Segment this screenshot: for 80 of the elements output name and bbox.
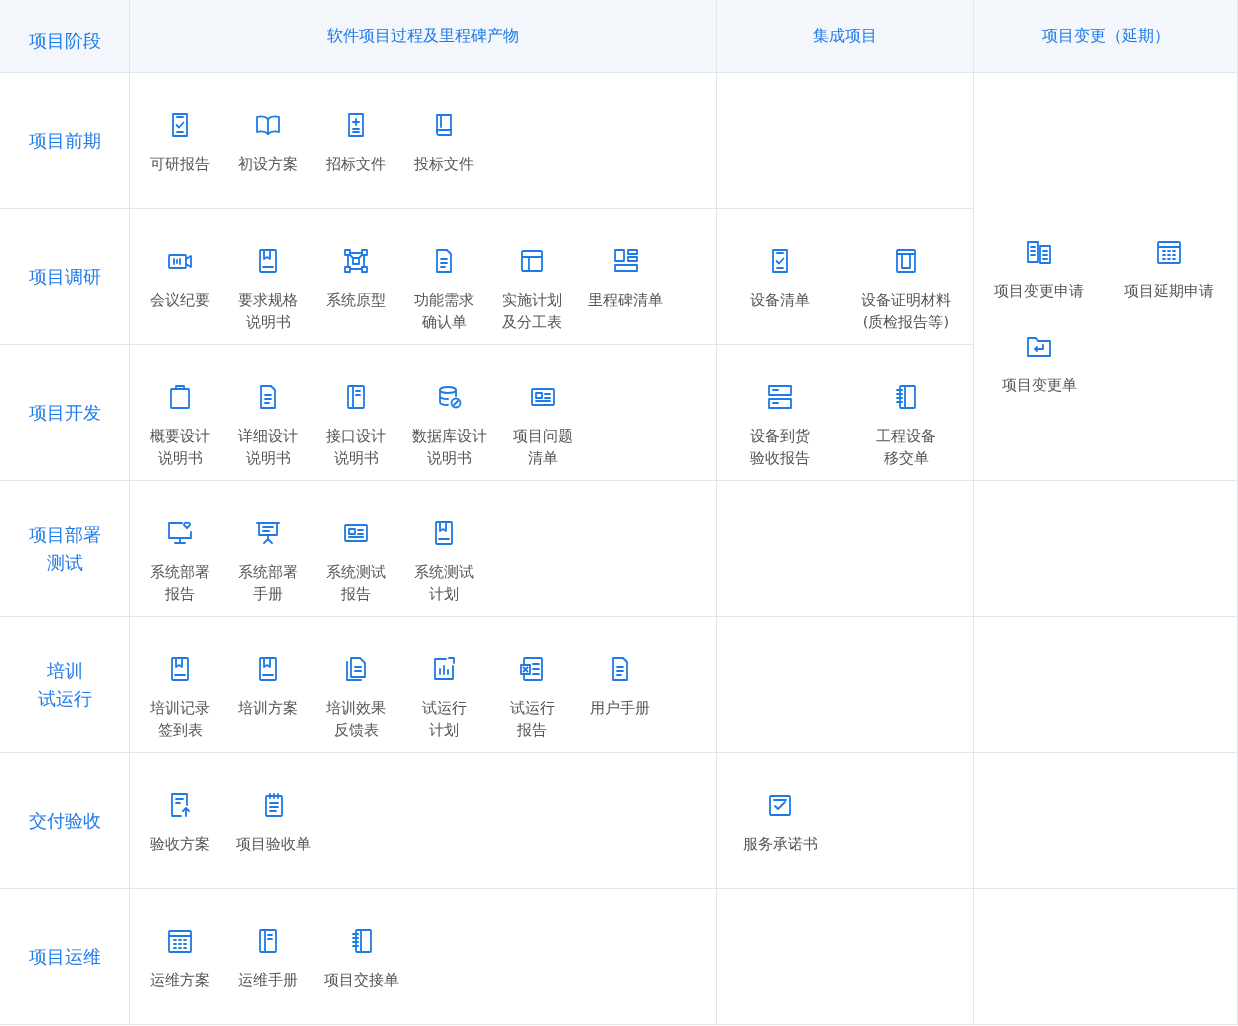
document-link[interactable]: 初设方案 — [238, 153, 298, 175]
document-link[interactable]: 项目变更申请 — [994, 280, 1084, 302]
compare-documents-icon — [1025, 238, 1053, 266]
calendar-grid-icon — [1155, 238, 1183, 266]
document-link[interactable]: 反馈表 — [333, 719, 379, 741]
document-link[interactable]: 招标文件 — [326, 153, 386, 175]
document-link[interactable]: 会议纪要 — [150, 289, 210, 311]
document-link[interactable]: 用户手册 — [590, 697, 650, 719]
presentation-board-icon — [254, 519, 282, 547]
column-header: 软件项目过程及里程碑产物 — [130, 0, 717, 73]
document-link[interactable]: 系统原型 — [326, 289, 386, 311]
stage-label: 测试 — [46, 550, 83, 575]
layout-blocks-icon — [611, 247, 640, 275]
document-link[interactable]: 计划 — [429, 719, 459, 741]
document-link[interactable]: 项目延期申请 — [1124, 280, 1214, 302]
stage-label: 试运行 — [37, 686, 92, 711]
document-link[interactable]: 试运行 — [509, 697, 555, 719]
column-header: 集成项目 — [717, 0, 974, 73]
document-link[interactable]: 运维方案 — [150, 969, 210, 991]
server-icon — [766, 383, 794, 411]
document-link[interactable]: 移交单 — [883, 447, 929, 469]
document-link[interactable]: 概要设计 — [150, 425, 210, 447]
stage-label: 项目调研 — [28, 264, 101, 289]
document-link[interactable]: 手册 — [253, 583, 283, 605]
document-link[interactable]: 设备清单 — [750, 289, 810, 311]
document-link[interactable]: 说明书 — [333, 447, 379, 469]
document-link[interactable]: 系统部署 — [150, 561, 210, 583]
document-link[interactable]: 培训方案 — [238, 697, 298, 719]
document-link[interactable]: 签到表 — [157, 719, 203, 741]
document-link[interactable]: 报告 — [165, 583, 195, 605]
document-link[interactable]: 工程设备 — [876, 425, 936, 447]
document-link[interactable]: 报告 — [517, 719, 547, 741]
document-link[interactable]: 系统测试 — [326, 561, 386, 583]
document-link[interactable]: 系统测试 — [414, 561, 474, 583]
document-link[interactable]: 说明书 — [245, 311, 291, 333]
document-link[interactable]: 报告 — [341, 583, 371, 605]
monitor-icon — [166, 519, 194, 547]
document-link[interactable]: 培训效果 — [326, 697, 386, 719]
stage-label: 项目前期 — [28, 128, 101, 153]
document-link[interactable]: 详细设计 — [238, 425, 298, 447]
document-link[interactable]: 要求规格 — [238, 289, 298, 311]
document-link[interactable]: 清单 — [528, 447, 558, 469]
document-link[interactable]: 计划 — [429, 583, 459, 605]
document-link[interactable]: 项目交接单 — [324, 969, 399, 991]
stage-label: 项目运维 — [28, 944, 101, 969]
spreadsheet-icon — [518, 655, 546, 683]
document-link[interactable]: 说明书 — [427, 447, 472, 469]
calendar-grid-icon — [166, 927, 194, 955]
document-link[interactable]: 项目变更单 — [1001, 374, 1077, 396]
stage-label: 项目开发 — [28, 400, 101, 425]
document-link[interactable]: 及分工表 — [502, 311, 562, 333]
column-header: 项目阶段 — [0, 0, 130, 73]
document-link[interactable]: 系统部署 — [238, 561, 298, 583]
document-link[interactable]: 可研报告 — [150, 153, 210, 175]
document-link[interactable]: 项目验收单 — [236, 833, 311, 855]
document-link[interactable]: 验收报告 — [750, 447, 810, 469]
layout-icon — [518, 247, 546, 275]
document-link[interactable]: 数据库设计 — [412, 425, 487, 447]
column-header: 项目变更（延期） — [974, 0, 1238, 73]
stage-label: 项目部署 — [28, 522, 101, 547]
document-link[interactable]: 服务承诺书 — [742, 833, 818, 855]
document-link[interactable]: 培训记录 — [150, 697, 210, 719]
document-link[interactable]: 投标文件 — [414, 153, 474, 175]
document-link[interactable]: 验收方案 — [150, 833, 210, 855]
document-link[interactable]: 里程碑清单 — [588, 289, 663, 311]
document-link[interactable]: 说明书 — [245, 447, 291, 469]
document-link[interactable]: 项目问题 — [513, 425, 573, 447]
document-link[interactable]: 实施计划 — [502, 289, 562, 311]
stage-label: 培训 — [46, 658, 83, 683]
document-link[interactable]: (质检报告等) — [862, 311, 950, 333]
document-link[interactable]: 运维手册 — [238, 969, 298, 991]
stage-label: 交付验收 — [28, 808, 101, 833]
document-link[interactable]: 确认单 — [421, 311, 467, 333]
network-nodes-icon — [342, 247, 370, 275]
document-link[interactable]: 设备证明材料 — [861, 289, 951, 311]
document-link[interactable]: 功能需求 — [414, 289, 474, 311]
document-link[interactable]: 试运行 — [421, 697, 467, 719]
document-link[interactable]: 说明书 — [157, 447, 203, 469]
document-link[interactable]: 接口设计 — [326, 425, 386, 447]
document-link[interactable]: 设备到货 — [750, 425, 810, 447]
